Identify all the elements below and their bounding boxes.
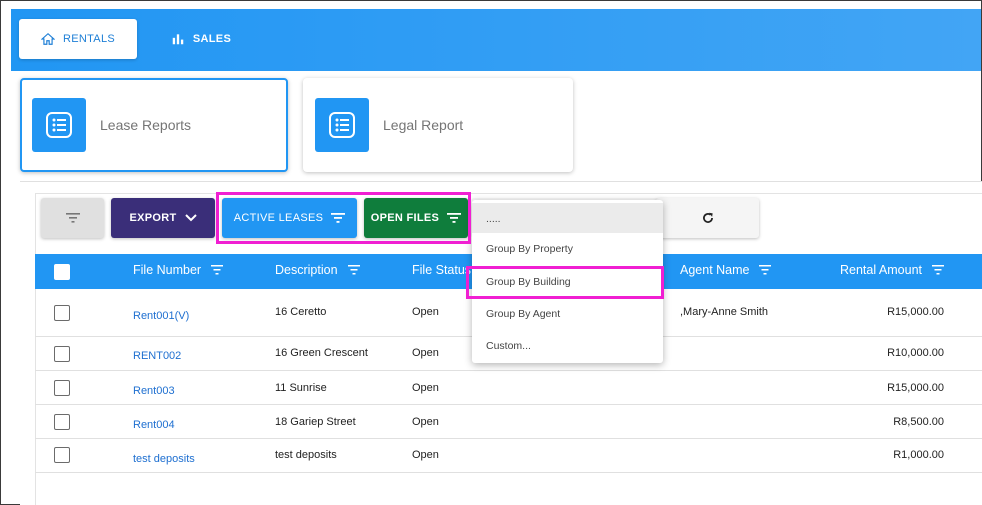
filter-icon[interactable] <box>347 265 360 275</box>
lease-reports-card[interactable]: Lease Reports <box>20 78 288 172</box>
filter-icon[interactable] <box>759 265 772 275</box>
table-row[interactable]: test deposits test deposits Open R1,000.… <box>35 439 982 473</box>
tab-sales[interactable]: SALES <box>161 19 241 59</box>
column-description[interactable]: Description <box>275 263 360 277</box>
legal-report-label: Legal Report <box>383 117 464 133</box>
filter-button[interactable] <box>41 198 104 238</box>
row-checkbox[interactable] <box>54 305 70 321</box>
column-label: File Number <box>133 263 202 277</box>
tab-sales-label: SALES <box>192 33 232 45</box>
menu-item-group-by-building[interactable]: Group By Building <box>486 276 571 288</box>
row-checkbox[interactable] <box>54 414 70 430</box>
amount-cell: R8,500.00 <box>893 416 944 428</box>
filter-icon <box>65 213 80 223</box>
table-row[interactable]: Rent004 18 Gariep Street Open R8,500.00 <box>35 405 982 439</box>
filter-icon[interactable] <box>932 265 944 275</box>
file-number-link[interactable]: test deposits <box>133 453 195 465</box>
open-files-button[interactable]: OPEN FILES <box>364 198 468 238</box>
list-icon <box>32 98 86 152</box>
export-label: EXPORT <box>129 212 177 224</box>
menu-item-label: ..... <box>486 213 501 225</box>
lease-reports-label: Lease Reports <box>100 117 192 133</box>
top-nav-bar: RENTALS SALES <box>11 9 981 71</box>
bar-chart-icon <box>172 34 184 45</box>
description-cell: 16 Ceretto <box>275 306 327 318</box>
status-cell: Open <box>412 416 439 428</box>
status-cell: Open <box>412 306 439 318</box>
status-cell: Open <box>412 347 439 359</box>
status-cell: Open <box>412 449 439 461</box>
file-number-link[interactable]: Rent003 <box>133 385 175 397</box>
group-by-menu: ..... Group By Property Group By Buildin… <box>472 200 663 363</box>
filter-icon <box>331 213 346 223</box>
file-number-link[interactable]: Rent004 <box>133 419 175 431</box>
file-number-link[interactable]: Rent001(V) <box>133 310 189 322</box>
amount-cell: R15,000.00 <box>887 306 944 318</box>
amount-cell: R1,000.00 <box>893 449 944 461</box>
filter-icon <box>447 213 462 223</box>
menu-item-custom[interactable]: Custom... <box>486 340 531 352</box>
select-all-checkbox[interactable] <box>54 264 70 280</box>
row-checkbox[interactable] <box>54 380 70 396</box>
active-leases-label: ACTIVE LEASES <box>233 212 324 224</box>
chevron-down-icon <box>184 214 197 222</box>
description-cell: 11 Sunrise <box>275 382 327 394</box>
menu-item-group-by-property[interactable]: Group By Property <box>486 243 573 255</box>
column-label: Agent Name <box>680 263 750 277</box>
column-file-number[interactable]: File Number <box>133 263 224 277</box>
row-checkbox[interactable] <box>54 346 70 362</box>
column-label: Rental Amount <box>840 263 922 277</box>
column-file-status[interactable]: File Status <box>412 263 471 277</box>
description-cell: 18 Gariep Street <box>275 416 356 428</box>
column-label: Description <box>275 263 338 277</box>
amount-cell: R10,000.00 <box>887 347 944 359</box>
row-checkbox[interactable] <box>54 447 70 463</box>
filter-icon[interactable] <box>211 265 224 275</box>
list-icon <box>315 98 369 152</box>
description-cell: 16 Green Crescent <box>275 347 368 359</box>
tab-rentals-label: RENTALS <box>62 33 116 45</box>
home-icon <box>40 32 55 45</box>
active-leases-button[interactable]: ACTIVE LEASES <box>222 198 357 238</box>
tab-rentals[interactable]: RENTALS <box>19 19 137 59</box>
export-button[interactable]: EXPORT <box>111 198 215 238</box>
legal-report-card[interactable]: Legal Report <box>303 78 573 172</box>
amount-cell: R15,000.00 <box>887 382 944 394</box>
menu-item-group-by-agent[interactable]: Group By Agent <box>486 308 560 320</box>
status-cell: Open <box>412 382 439 394</box>
column-agent-name[interactable]: Agent Name <box>680 263 772 277</box>
refresh-icon <box>702 212 713 223</box>
column-label: File Status <box>412 263 472 277</box>
column-rental-amount[interactable]: Rental Amount <box>840 263 944 277</box>
table-row[interactable]: Rent003 11 Sunrise Open R15,000.00 <box>35 371 982 405</box>
menu-item-placeholder[interactable]: ..... <box>472 203 663 233</box>
description-cell: test deposits <box>275 449 337 461</box>
file-number-link[interactable]: RENT002 <box>133 350 181 362</box>
open-files-label: OPEN FILES <box>370 212 440 224</box>
refresh-button[interactable] <box>656 198 759 238</box>
agent-cell: ,Mary-Anne Smith <box>680 306 769 318</box>
